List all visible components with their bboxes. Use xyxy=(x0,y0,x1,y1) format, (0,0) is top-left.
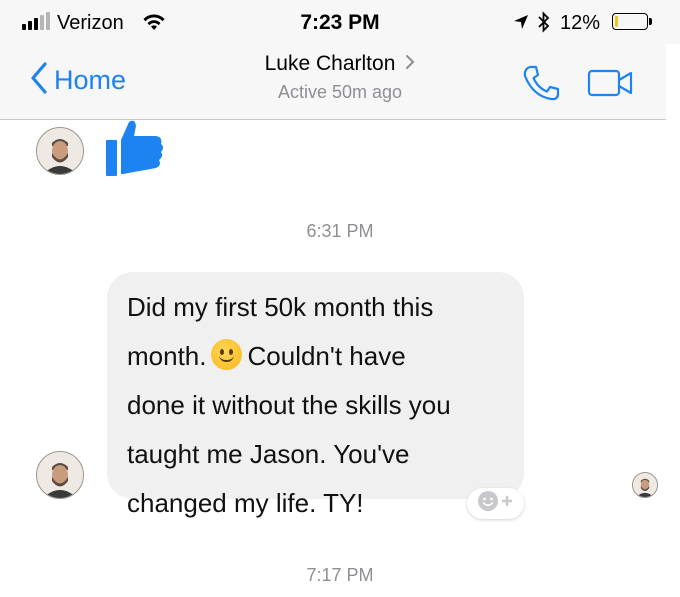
timestamp: 7:17 PM xyxy=(306,565,374,585)
add-reaction-button[interactable] xyxy=(467,488,524,519)
battery-percent: 12% xyxy=(560,12,601,34)
timestamp: 6:31 PM xyxy=(306,221,374,241)
message-fragment: Couldn't have xyxy=(247,341,406,371)
message-line: taught me Jason. You've xyxy=(127,439,410,469)
battery-cap xyxy=(649,18,652,25)
avatar[interactable] xyxy=(36,451,84,499)
message-line: done it without the skills you xyxy=(127,390,451,420)
message-line: Did my first 50k month this xyxy=(127,292,434,322)
video-call-button[interactable] xyxy=(587,68,635,103)
contact-info[interactable]: Luke Charlton Active 50m ago xyxy=(0,52,680,103)
message-line: changed my life. TY! xyxy=(127,488,364,518)
bluetooth-icon xyxy=(537,11,551,38)
location-arrow-icon xyxy=(513,14,529,35)
phone-call-button[interactable] xyxy=(521,64,561,107)
contact-name: Luke Charlton xyxy=(264,52,396,75)
battery-icon xyxy=(612,13,648,30)
message-line: month. Couldn't have xyxy=(127,332,506,381)
avatar[interactable] xyxy=(36,127,84,175)
slightly-smiling-face-icon xyxy=(210,339,242,370)
battery-fill xyxy=(615,16,618,27)
read-receipt-avatar xyxy=(632,472,658,498)
status-bar: Verizon 7:23 PM 12% xyxy=(0,0,680,44)
message-text: Did my first 50k month this month. Couldn… xyxy=(127,283,506,528)
message-fragment: month. xyxy=(127,341,207,371)
chevron-right-icon xyxy=(405,52,415,76)
thumbs-up-icon[interactable] xyxy=(104,118,166,183)
add-reaction-icon xyxy=(476,489,516,518)
contact-status: Active 50m ago xyxy=(277,82,403,102)
conversation-header: Home Luke Charlton Active 50m ago xyxy=(0,44,666,120)
phone-icon xyxy=(521,65,561,106)
message-bubble[interactable]: Did my first 50k month this month. Couldn… xyxy=(107,272,524,518)
video-camera-icon xyxy=(587,69,635,102)
